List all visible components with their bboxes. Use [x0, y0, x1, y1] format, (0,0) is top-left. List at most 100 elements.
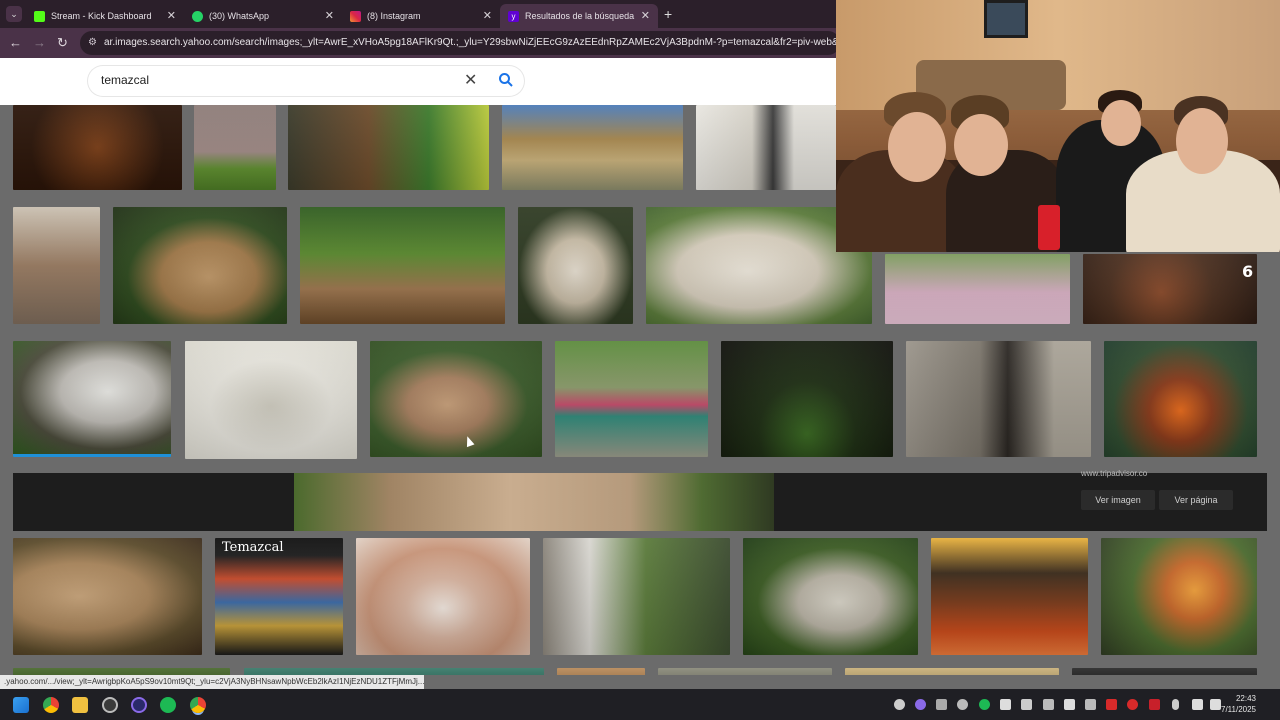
result-image[interactable]: [557, 668, 645, 675]
result-image[interactable]: [1104, 341, 1257, 457]
result-image[interactable]: [185, 341, 357, 459]
forward-arrow-icon[interactable]: →: [33, 35, 46, 50]
tray-icon[interactable]: [915, 699, 926, 710]
new-tab-button[interactable]: +: [664, 6, 672, 22]
result-image[interactable]: [13, 538, 202, 655]
tab-title: Resultados de la búsqueda de: [525, 11, 635, 21]
search-input[interactable]: temazcal: [101, 73, 149, 87]
result-image[interactable]: [555, 341, 708, 457]
clear-search-button[interactable]: ✕: [464, 70, 477, 90]
tab-title: (30) WhatsApp: [209, 11, 270, 21]
tray-icon[interactable]: [1043, 699, 1054, 710]
result-image[interactable]: [244, 668, 544, 675]
result-image[interactable]: [113, 207, 287, 324]
system-clock[interactable]: 22:43 7/11/2025: [1221, 693, 1256, 715]
preview-image[interactable]: [294, 473, 774, 531]
taskbar: 22:43 7/11/2025: [0, 689, 1280, 720]
tab-whatsapp[interactable]: (30) WhatsApp ✕: [184, 4, 342, 28]
close-icon[interactable]: ✕: [167, 9, 176, 22]
tray-icon[interactable]: [957, 699, 968, 710]
microphone-icon[interactable]: [1172, 699, 1179, 710]
tray-icon[interactable]: [1085, 699, 1096, 710]
result-image[interactable]: [743, 538, 918, 655]
tray-icon[interactable]: [1000, 699, 1011, 710]
tray-icon[interactable]: [936, 699, 947, 710]
volume-icon[interactable]: [1210, 699, 1221, 710]
tab-list-chevron-icon[interactable]: ⌄: [6, 6, 22, 22]
result-image[interactable]: [1083, 254, 1257, 324]
red-cup: [1038, 205, 1060, 250]
result-image[interactable]: [13, 105, 182, 190]
app-icon[interactable]: [131, 697, 147, 713]
spotify-tray-icon[interactable]: [979, 699, 990, 710]
tab-kick[interactable]: Stream - Kick Dashboard ✕: [26, 4, 184, 28]
tray-icon[interactable]: [1127, 699, 1138, 710]
search-icon[interactable]: [498, 72, 514, 88]
address-bar[interactable]: ⚙ ar.images.search.yahoo.com/search/imag…: [80, 31, 840, 55]
tab-title: Stream - Kick Dashboard: [51, 11, 152, 21]
tab-instagram[interactable]: (8) Instagram ✕: [342, 4, 500, 28]
view-image-button[interactable]: Ver imagen: [1081, 490, 1155, 510]
person-head: [888, 112, 946, 182]
reload-icon[interactable]: ↻: [57, 35, 68, 51]
person-head: [1101, 100, 1141, 146]
back-arrow-icon[interactable]: ←: [9, 35, 22, 50]
webcam-frame: [984, 0, 1028, 38]
obs-icon[interactable]: [102, 697, 118, 713]
tray-icon[interactable]: [1064, 699, 1075, 710]
kick-icon: [34, 10, 45, 22]
preview-source[interactable]: www.tripadvisor.co: [1081, 469, 1147, 478]
view-page-button[interactable]: Ver página: [1159, 490, 1233, 510]
result-image[interactable]: [518, 207, 633, 324]
site-info-icon[interactable]: ⚙: [88, 31, 97, 55]
status-url: .yahoo.com/.../view;_ylt=AwrigbpKoA5pS9o…: [0, 675, 424, 689]
person-head: [954, 114, 1008, 176]
result-image[interactable]: [356, 538, 530, 655]
result-image[interactable]: [543, 538, 730, 655]
chrome-active-icon[interactable]: [190, 697, 206, 713]
result-image[interactable]: [1072, 668, 1257, 675]
result-image[interactable]: [845, 668, 1059, 675]
file-explorer-icon[interactable]: [72, 697, 88, 713]
result-image[interactable]: [1101, 538, 1257, 655]
result-image[interactable]: [696, 105, 836, 190]
tab-yahoo-search[interactable]: y Resultados de la búsqueda de ✕: [500, 4, 658, 28]
chrome-icon[interactable]: [43, 697, 59, 713]
tray-icon[interactable]: [1106, 699, 1117, 710]
whatsapp-icon: [192, 10, 203, 22]
result-image[interactable]: [215, 538, 343, 655]
result-image[interactable]: [13, 341, 171, 457]
result-image[interactable]: [300, 207, 505, 324]
image-preview-panel: www.tripadvisor.co Ver imagen Ver página: [13, 469, 1267, 531]
result-image[interactable]: [931, 538, 1088, 655]
windows-start-icon[interactable]: [13, 697, 29, 713]
close-icon[interactable]: ✕: [483, 9, 492, 22]
instagram-icon: [350, 10, 361, 22]
temazcal-poster-title: Temazcal: [222, 540, 284, 555]
result-image[interactable]: [658, 668, 832, 675]
yahoo-icon: y: [508, 10, 519, 22]
result-image[interactable]: [194, 105, 276, 190]
address-url: ar.images.search.yahoo.com/search/images…: [104, 37, 840, 48]
result-image[interactable]: [13, 668, 230, 675]
result-image[interactable]: [721, 341, 893, 457]
display-icon[interactable]: [1192, 699, 1203, 710]
webcam-badge: 6: [1242, 262, 1254, 281]
result-image[interactable]: [906, 341, 1091, 457]
result-image[interactable]: [370, 341, 542, 457]
spotify-icon[interactable]: [160, 697, 176, 713]
clock-date: 7/11/2025: [1221, 705, 1256, 714]
close-icon[interactable]: ✕: [641, 9, 650, 22]
result-image[interactable]: [13, 207, 100, 324]
search-box[interactable]: temazcal ✕: [88, 66, 524, 96]
tray-icon[interactable]: [1021, 699, 1032, 710]
tray-icon[interactable]: [1149, 699, 1160, 710]
tab-title: (8) Instagram: [367, 11, 421, 21]
tray-icon[interactable]: [894, 699, 905, 710]
webcam-overlay: [836, 0, 1280, 252]
result-image[interactable]: [288, 105, 489, 190]
close-icon[interactable]: ✕: [325, 9, 334, 22]
result-image[interactable]: [502, 105, 683, 190]
result-image[interactable]: [885, 254, 1070, 324]
clock-time: 22:43: [1235, 694, 1256, 703]
